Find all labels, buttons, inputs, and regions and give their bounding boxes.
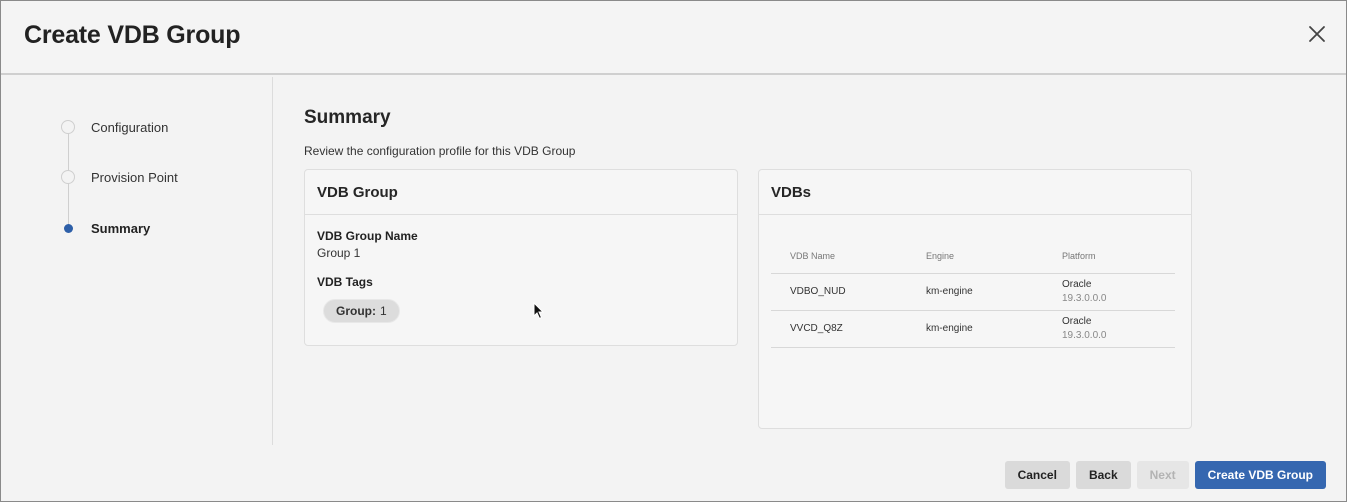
engine-cell: km-engine — [907, 310, 1043, 348]
step-label: Provision Point — [91, 169, 178, 185]
platform-name: Oracle — [1062, 316, 1092, 327]
vdbs-card: VDBs VDB Name Engine Platform VDBO_NUD k… — [758, 169, 1192, 429]
vdb-name-cell: VDBO_NUD — [771, 273, 907, 311]
table-header-row: VDB Name Engine Platform — [771, 240, 1175, 274]
dialog-title: Create VDB Group — [24, 21, 241, 49]
close-icon — [1309, 26, 1325, 42]
platform-version: 19.3.0.0.0 — [1062, 330, 1107, 341]
engine-cell: km-engine — [907, 273, 1043, 311]
vdb-group-name-label: VDB Group Name — [317, 229, 418, 243]
wizard-stepper: Configuration Provision Point Summary — [1, 77, 273, 445]
back-button[interactable]: Back — [1075, 461, 1131, 489]
step-dot-active — [61, 221, 75, 235]
vdb-name-cell: VVCD_Q8Z — [771, 310, 907, 348]
dialog-footer: Cancel Back Next Create VDB Group — [1004, 461, 1326, 489]
step-summary[interactable]: Summary — [61, 218, 150, 238]
vdb-tag-chip: Group: 1 — [323, 299, 400, 323]
column-header-vdb-name: VDB Name — [771, 240, 907, 274]
platform-version: 19.3.0.0.0 — [1062, 293, 1107, 304]
create-vdb-group-dialog: Create VDB Group Configuration Provision… — [0, 0, 1347, 502]
tag-key: Group: — [336, 304, 376, 318]
step-configuration[interactable]: Configuration — [61, 117, 168, 137]
platform-cell: Oracle 19.3.0.0.0 — [1043, 310, 1175, 348]
platform-name: Oracle — [1062, 279, 1092, 290]
vdb-group-card-header: VDB Group — [305, 170, 737, 215]
vdb-tags-label: VDB Tags — [317, 275, 373, 289]
table-row[interactable]: VDBO_NUD km-engine Oracle 19.3.0.0.0 — [771, 273, 1175, 311]
close-button[interactable] — [1306, 23, 1328, 45]
step-provision-point[interactable]: Provision Point — [61, 167, 178, 187]
platform-cell: Oracle 19.3.0.0.0 — [1043, 273, 1175, 311]
vdbs-table: VDB Name Engine Platform VDBO_NUD km-eng… — [771, 240, 1175, 348]
step-dot — [61, 170, 75, 184]
step-dot — [61, 120, 75, 134]
next-button[interactable]: Next — [1136, 461, 1189, 489]
vdb-group-name-value: Group 1 — [317, 246, 361, 260]
step-label: Configuration — [91, 119, 169, 135]
mouse-cursor-icon — [533, 302, 545, 320]
vdbs-card-header: VDBs — [759, 170, 1191, 215]
vdb-group-card: VDB Group VDB Group Name Group 1 VDB Tag… — [304, 169, 738, 346]
cancel-button[interactable]: Cancel — [1004, 461, 1070, 489]
column-header-engine: Engine — [907, 240, 1043, 274]
step-label: Summary — [91, 220, 151, 236]
tag-value: 1 — [380, 304, 387, 318]
summary-subtitle: Review the configuration profile for thi… — [304, 144, 576, 158]
column-header-platform: Platform — [1043, 240, 1175, 274]
create-vdb-group-button[interactable]: Create VDB Group — [1194, 461, 1326, 489]
dialog-header: Create VDB Group — [1, 1, 1346, 75]
summary-title: Summary — [304, 107, 391, 128]
table-row[interactable]: VVCD_Q8Z km-engine Oracle 19.3.0.0.0 — [771, 310, 1175, 348]
